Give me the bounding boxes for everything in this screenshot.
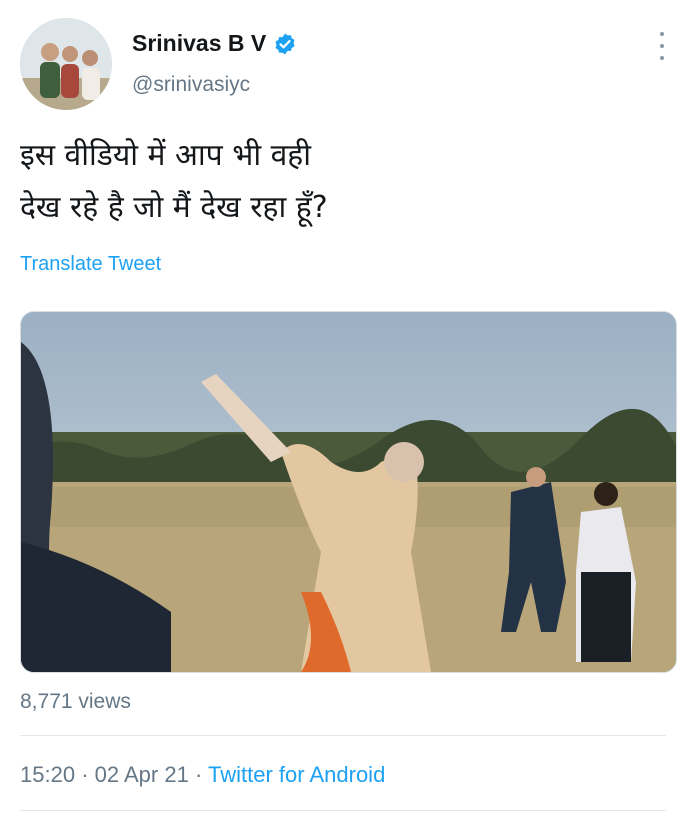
translate-tweet-link[interactable]: Translate Tweet xyxy=(20,253,161,276)
tweet-time[interactable]: 15:20 xyxy=(20,762,75,787)
tweet-text: इस वीडियो में आप भी वही देख रहे है जो मै… xyxy=(20,130,660,234)
meta-separator: · xyxy=(81,762,89,787)
tweet-text-line: इस वीडियो में आप भी वही xyxy=(20,138,312,173)
tweet-video[interactable] xyxy=(20,311,677,673)
tweet-meta: 15:20 · 02 Apr 21 · Twitter for Android xyxy=(20,762,385,788)
divider xyxy=(20,735,666,736)
user-handle[interactable]: @srinivasiyc xyxy=(132,73,250,97)
tweet-date[interactable]: 02 Apr 21 xyxy=(95,762,189,787)
avatar-photo xyxy=(20,18,112,110)
avatar[interactable] xyxy=(20,18,112,110)
more-vertical-icon[interactable] xyxy=(656,32,668,60)
tweet-source-link[interactable]: Twitter for Android xyxy=(208,762,385,787)
name-row: Srinivas B V xyxy=(132,30,297,57)
verified-badge-icon xyxy=(273,32,297,56)
divider xyxy=(20,810,666,811)
tweet-text-line: देख रहे है जो मैं देख रहा हूँ? xyxy=(20,190,328,225)
view-count: 8,771 views xyxy=(20,690,131,713)
tweet-header: Srinivas B V @srinivasiyc xyxy=(0,0,696,110)
meta-separator: · xyxy=(194,762,203,787)
display-name[interactable]: Srinivas B V xyxy=(132,30,266,57)
video-frame xyxy=(21,312,676,672)
